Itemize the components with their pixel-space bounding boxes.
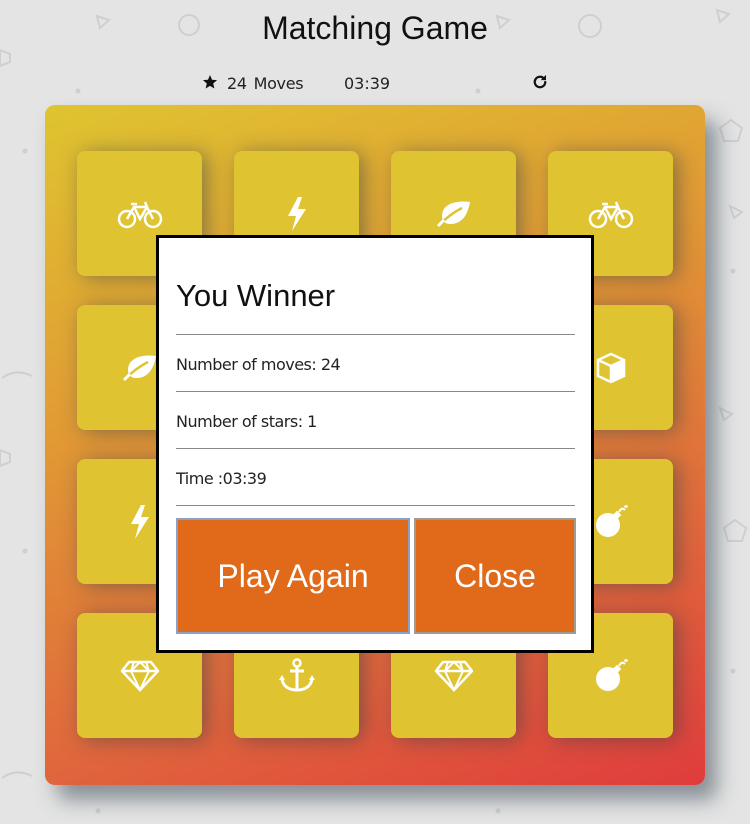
background-arc [0, 768, 34, 798]
moves-label: Moves [253, 74, 304, 93]
winner-modal: You Winner Number of moves: 24 Number of… [156, 235, 594, 653]
divider [176, 334, 575, 335]
moves-stat: Number of moves: 24 [176, 355, 341, 374]
bicycle-icon [588, 201, 633, 228]
bomb-icon [595, 504, 628, 537]
background-triangle [728, 204, 744, 220]
cube-icon [596, 352, 625, 383]
background-arc [0, 368, 34, 398]
background-dot [730, 668, 736, 674]
background-dot [730, 268, 736, 274]
background-dot [22, 548, 28, 554]
anchor-icon [278, 657, 315, 692]
background-pentagon [718, 118, 744, 144]
time-stat: Time :03:39 [176, 469, 267, 488]
modal-title: You Winner [176, 278, 336, 313]
background-dot [495, 808, 501, 814]
bomb-icon [595, 658, 628, 691]
background-hexagon [0, 448, 12, 468]
bolt-icon [130, 504, 149, 539]
divider [176, 391, 575, 392]
repeat-icon [533, 74, 547, 89]
divider [176, 505, 575, 506]
divider [176, 448, 575, 449]
background-triangle [718, 406, 734, 422]
background-dot [22, 148, 28, 154]
bolt-icon [287, 196, 306, 231]
diamond-icon [120, 660, 159, 692]
timer: 03:39 [344, 74, 391, 93]
moves-counter: 24 Moves [225, 74, 304, 93]
background-pentagon [722, 518, 748, 544]
background-hexagon [0, 48, 12, 68]
star-icon [202, 75, 218, 89]
leaf-icon [122, 355, 156, 381]
background-dot [95, 808, 101, 814]
page-title: Matching Game [262, 10, 488, 46]
moves-count: 24 [227, 74, 247, 93]
play-again-button[interactable]: Play Again [176, 518, 410, 634]
restart-button[interactable] [531, 73, 549, 95]
bicycle-icon [117, 201, 162, 228]
score-panel: 24 Moves 03:39 [0, 72, 750, 96]
leaf-icon [436, 201, 470, 227]
star-rating [202, 74, 218, 90]
close-button[interactable]: Close [414, 518, 576, 634]
diamond-icon [434, 660, 473, 692]
stars-stat: Number of stars: 1 [176, 412, 317, 431]
